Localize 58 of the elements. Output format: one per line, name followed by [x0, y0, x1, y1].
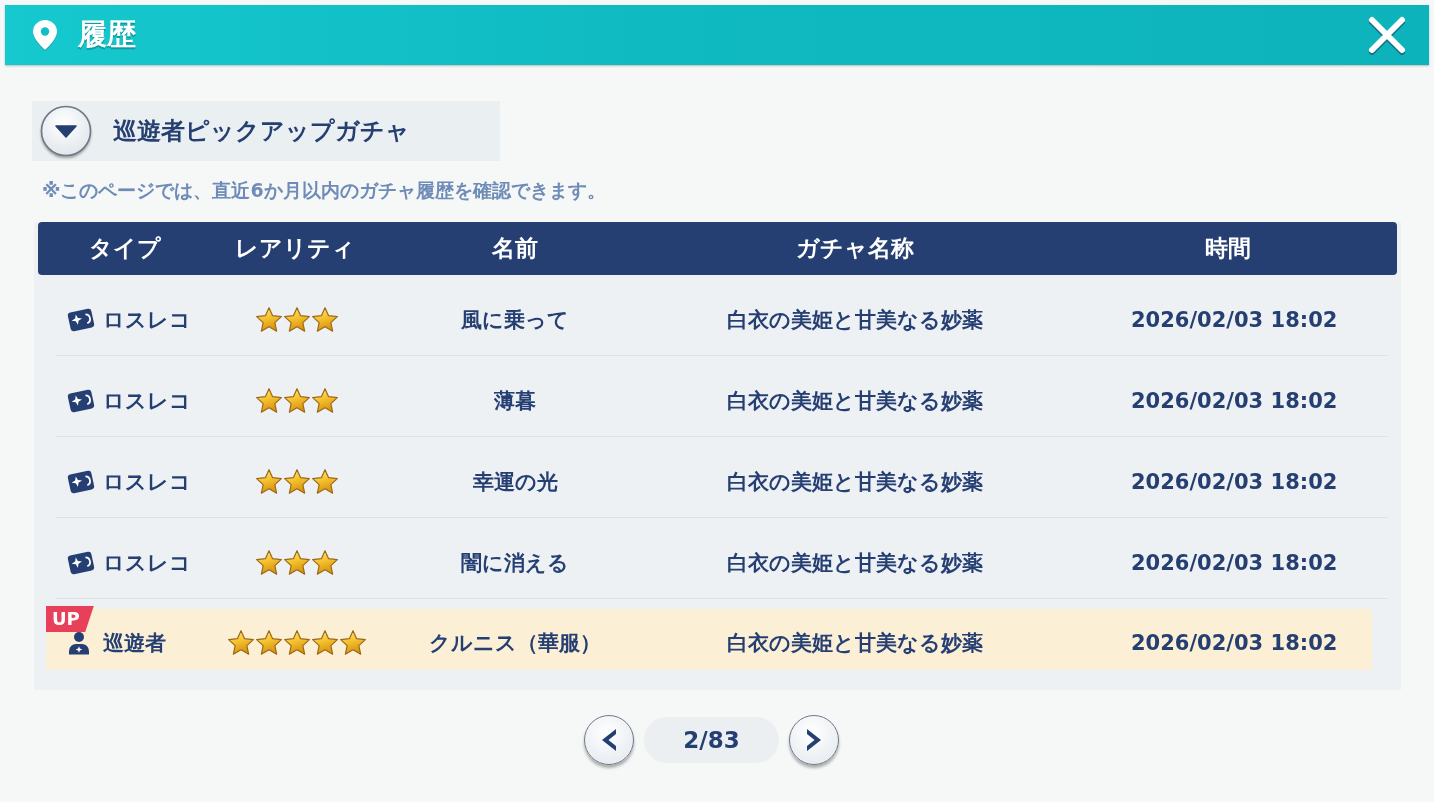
table-cell: 2026/02/03 18:02	[1131, 307, 1338, 332]
close-icon	[1367, 15, 1407, 55]
table-cell: 2026/02/03 18:02	[1131, 550, 1338, 575]
caret-down-icon	[40, 105, 92, 157]
table-cell-text: ロスレコ	[103, 306, 191, 334]
column-header: レアリティ	[234, 234, 356, 263]
star-icon	[284, 307, 310, 332]
table-cell: 2026/02/03 18:02	[1131, 388, 1338, 413]
star-icon	[312, 469, 338, 494]
star-icon	[284, 550, 310, 575]
card-sparkle-icon	[66, 387, 96, 414]
table-cell: 2026/02/03 18:02	[1131, 469, 1338, 494]
table-cell-text: 白衣の美姫と甘美なる妙薬	[727, 306, 983, 334]
table-cell-text: 幸運の光	[472, 468, 558, 496]
gacha-dropdown[interactable]: 巡遊者ピックアップガチャ	[32, 101, 500, 161]
card-sparkle-icon	[66, 468, 96, 495]
table-cell-text: 白衣の美姫と甘美なる妙薬	[727, 629, 983, 657]
table-cell-text: クルニス（華服）	[429, 629, 601, 657]
person-icon	[67, 630, 91, 655]
location-pin-icon	[32, 19, 58, 51]
close-button[interactable]	[1366, 14, 1408, 56]
column-header: 時間	[1203, 234, 1252, 263]
star-icon	[256, 388, 282, 413]
star-icon	[284, 469, 310, 494]
star-icon	[340, 630, 366, 655]
star-icon	[312, 630, 338, 655]
column-header: ガチャ名称	[795, 234, 915, 263]
card-sparkle-icon	[66, 549, 96, 576]
star-icon	[256, 550, 282, 575]
column-header: 名前	[491, 234, 539, 263]
star-icon	[312, 307, 338, 332]
notice-text: ※このページでは、直近6か月以内のガチャ履歴を確認できます。	[42, 178, 606, 202]
table-cell-text: 白衣の美姫と甘美なる妙薬	[727, 468, 983, 496]
pickup-badge: UP	[46, 606, 94, 632]
previous-page-button[interactable]	[584, 715, 634, 765]
star-icon	[256, 469, 282, 494]
table-cell-text: 白衣の美姫と甘美なる妙薬	[727, 549, 983, 577]
table-cell-text: 風に乗って	[461, 306, 569, 334]
window-title: 履歴	[78, 16, 136, 53]
card-sparkle-icon	[66, 306, 96, 333]
page-indicator: 2/83	[644, 717, 779, 763]
next-page-button[interactable]	[789, 715, 839, 765]
table-cell: 2026/02/03 18:02	[1131, 630, 1338, 655]
table-cell-text: 巡遊者	[103, 629, 166, 657]
table-cell-text: 闇に消える	[461, 549, 569, 577]
star-icon	[284, 630, 310, 655]
column-header: タイプ	[88, 234, 162, 263]
table-cell-text: ロスレコ	[103, 387, 191, 415]
star-icon	[256, 307, 282, 332]
star-icon	[228, 630, 254, 655]
table-cell-text: ロスレコ	[103, 468, 191, 496]
star-icon	[312, 388, 338, 413]
table-cell-text: 白衣の美姫と甘美なる妙薬	[727, 387, 983, 415]
star-icon	[256, 630, 282, 655]
star-icon	[312, 550, 338, 575]
table-cell-text: ロスレコ	[103, 549, 191, 577]
table-cell-text: 薄暮	[494, 387, 536, 415]
star-icon	[284, 388, 310, 413]
